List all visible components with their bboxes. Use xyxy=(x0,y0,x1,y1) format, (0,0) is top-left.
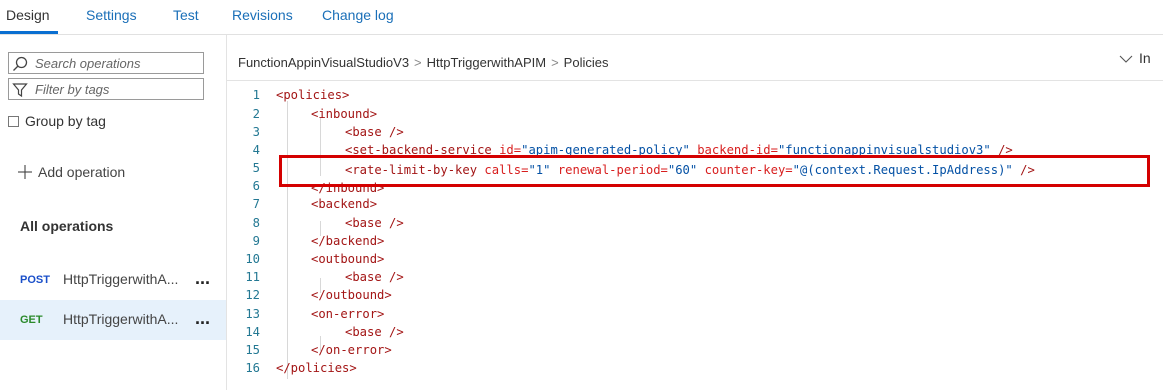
breadcrumb: FunctionAppinVisualStudioV3 > HttpTriggerw… xyxy=(238,55,608,70)
code-line: </on-error> xyxy=(311,343,392,357)
xml-tag: </policies> xyxy=(276,361,357,375)
xml-tag: <base /> xyxy=(345,270,404,284)
xml-tag: <base /> xyxy=(345,216,404,230)
search-input[interactable]: Search operations xyxy=(8,52,204,74)
line-number: 6 xyxy=(252,179,260,193)
code-line: <on-error> xyxy=(311,307,384,321)
xml-tag: <inbound> xyxy=(311,107,378,121)
tab-test[interactable]: Test xyxy=(173,7,199,23)
line-number: 12 xyxy=(245,288,260,302)
all-operations-item[interactable]: All operations xyxy=(20,218,113,234)
breadcrumb-section: Policies xyxy=(563,55,609,70)
line-number: 9 xyxy=(252,234,260,248)
search-icon xyxy=(13,56,28,71)
line-number: 1 xyxy=(252,88,260,102)
method-badge: GET xyxy=(20,314,43,326)
xml-tag: <base /> xyxy=(345,325,404,339)
more-options-button[interactable]: ... xyxy=(195,268,210,289)
tab-revisions[interactable]: Revisions xyxy=(232,7,293,23)
line-number: 13 xyxy=(245,307,260,321)
breadcrumb-separator: > xyxy=(414,55,422,70)
pane-divider xyxy=(226,35,227,390)
expand-toggle[interactable]: In xyxy=(1119,50,1151,66)
group-by-tag-label: Group by tag xyxy=(25,113,106,129)
filter-placeholder: Filter by tags xyxy=(35,82,110,97)
code-line: <outbound> xyxy=(311,252,384,266)
line-number: 8 xyxy=(252,216,260,230)
plus-icon xyxy=(18,165,32,179)
method-badge: POST xyxy=(20,274,50,286)
xml-tag: <policies> xyxy=(276,88,350,102)
line-number: 5 xyxy=(252,161,260,175)
xml-tag: </backend> xyxy=(311,234,385,248)
line-number: 4 xyxy=(252,143,260,157)
tab-change-log[interactable]: Change log xyxy=(322,7,394,23)
code-line: <inbound> xyxy=(311,107,377,121)
indent-guide xyxy=(287,101,288,379)
group-by-tag-checkbox[interactable] xyxy=(8,116,19,127)
code-line: </outbound> xyxy=(311,288,392,302)
chevron-down-icon xyxy=(1119,55,1133,63)
operation-item-post[interactable]: POST HttpTriggerwithA... ... xyxy=(0,260,226,300)
code-line: <backend> xyxy=(311,197,377,211)
operation-item-get[interactable]: GET HttpTriggerwithA... ... xyxy=(0,300,226,340)
xml-tag: </on-error> xyxy=(311,343,392,357)
header-divider xyxy=(227,80,1163,81)
tab-settings[interactable]: Settings xyxy=(86,7,137,23)
line-number: 11 xyxy=(245,270,260,284)
xml-tag: <base /> xyxy=(345,125,404,139)
tab-bar: Design Settings Test Revisions Change lo… xyxy=(0,0,1163,35)
operations-pane: Search operations Filter by tags Group b… xyxy=(0,35,226,390)
more-options-button[interactable]: ... xyxy=(195,308,210,329)
code-line: <base /> xyxy=(345,125,404,139)
filter-tags-input[interactable]: Filter by tags xyxy=(8,78,204,100)
breadcrumb-api[interactable]: FunctionAppinVisualStudioV3 xyxy=(238,55,409,70)
code-line: <base /> xyxy=(345,216,404,230)
xml-tag: </outbound> xyxy=(311,288,392,302)
xml-tag: <backend> xyxy=(311,197,378,211)
line-number: 10 xyxy=(245,252,260,266)
line-number: 2 xyxy=(252,107,260,121)
line-number: 16 xyxy=(245,361,260,375)
code-line: <base /> xyxy=(345,325,404,339)
xml-tag: <outbound> xyxy=(311,252,385,266)
code-line: </policies> xyxy=(276,361,357,375)
toggle-label: In xyxy=(1139,50,1151,66)
highlight-box xyxy=(279,155,1150,187)
line-number: 14 xyxy=(245,325,260,339)
search-placeholder: Search operations xyxy=(35,56,141,71)
code-line: <base /> xyxy=(345,270,404,284)
xml-tag: <on-error> xyxy=(311,307,385,321)
active-tab-indicator xyxy=(0,31,58,34)
code-line: <policies> xyxy=(276,88,349,102)
filter-icon xyxy=(12,83,28,98)
breadcrumb-separator: > xyxy=(551,55,559,70)
code-line: </backend> xyxy=(311,234,384,248)
line-number: 3 xyxy=(252,125,260,139)
line-number: 7 xyxy=(252,197,260,211)
line-number: 15 xyxy=(245,343,260,357)
add-operation-label: Add operation xyxy=(38,164,126,180)
tab-design[interactable]: Design xyxy=(6,7,50,23)
add-operation-button[interactable]: Add operation xyxy=(18,164,125,180)
operation-name: HttpTriggerwithA... xyxy=(63,311,179,327)
operation-name: HttpTriggerwithA... xyxy=(63,271,179,287)
breadcrumb-operation[interactable]: HttpTriggerwithAPIM xyxy=(427,55,546,70)
